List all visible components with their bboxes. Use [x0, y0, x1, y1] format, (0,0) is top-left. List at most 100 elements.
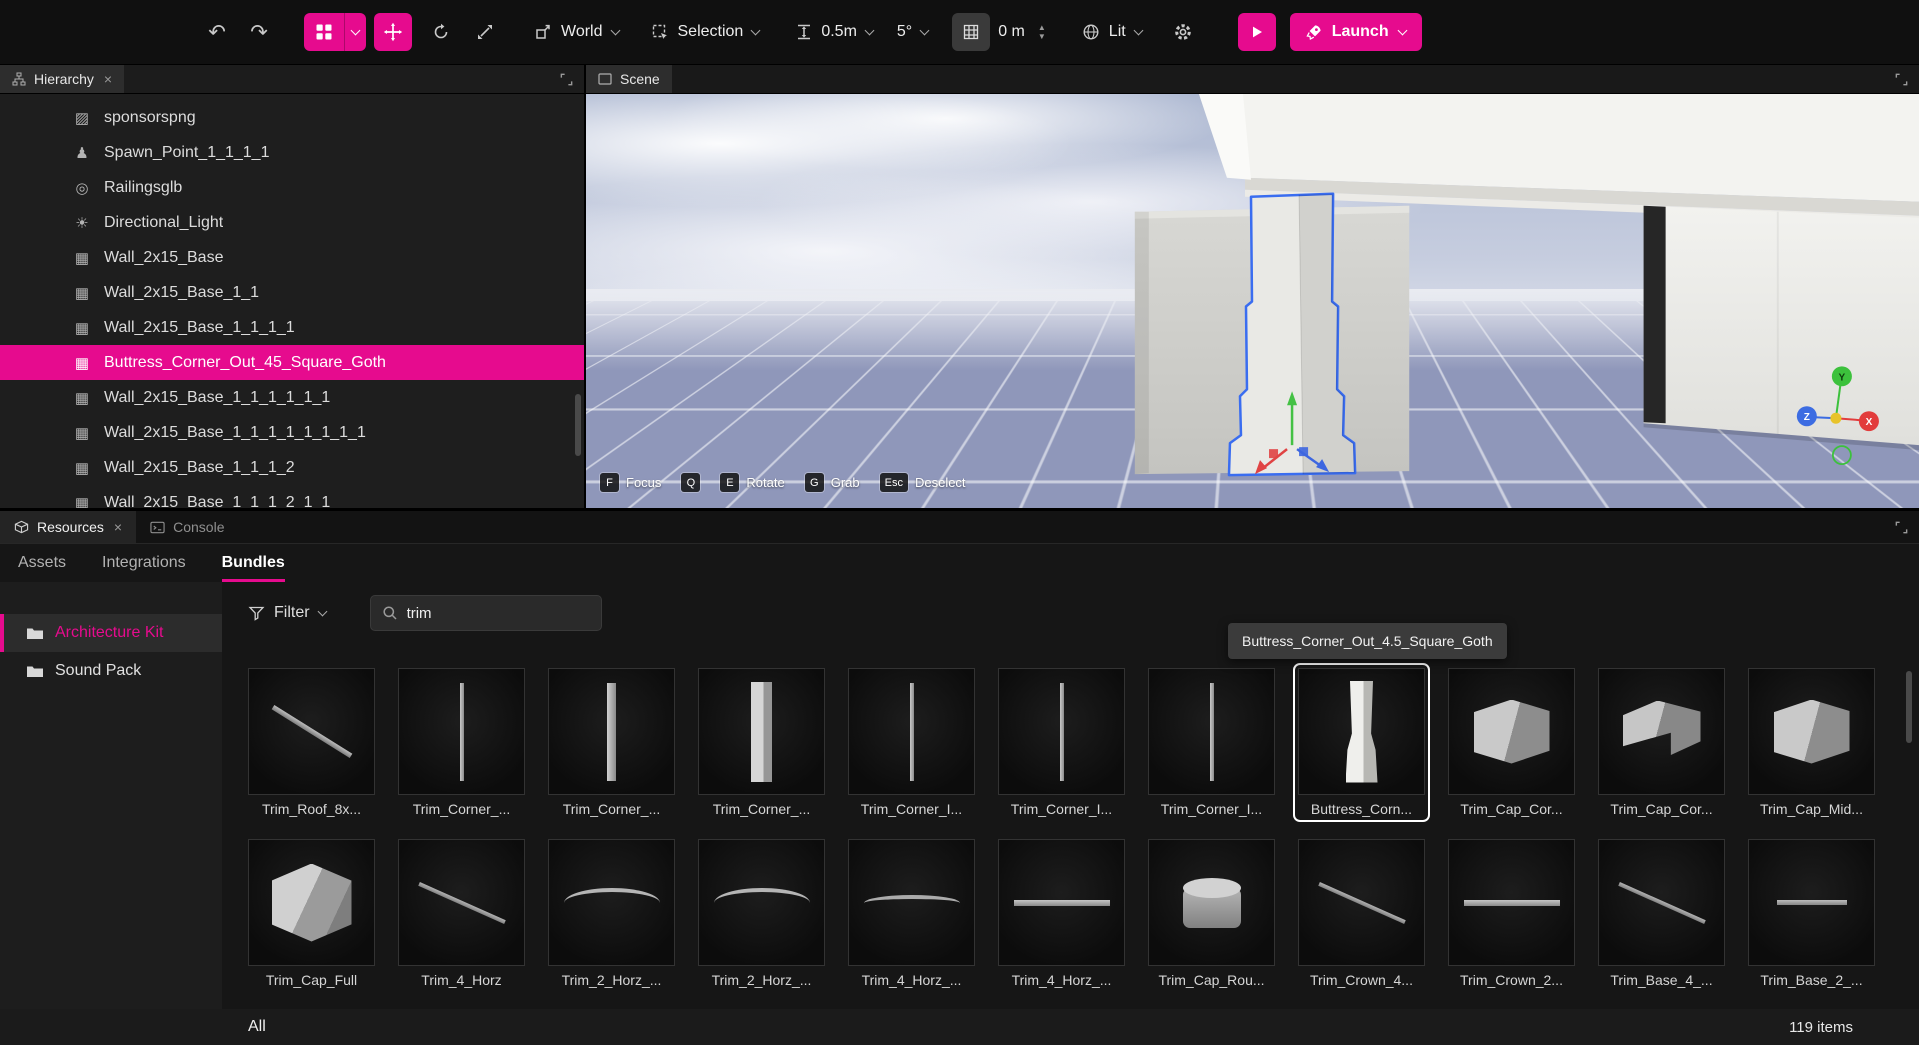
scene-viewport[interactable]: Y X Z F Focus — [586, 94, 1919, 508]
asset-tile[interactable]: Trim_Base_2_... — [1748, 839, 1875, 988]
launch-button[interactable]: Launch — [1290, 13, 1422, 51]
asset-tile[interactable]: Trim_2_Horz_... — [698, 839, 825, 988]
resources-expand-button[interactable] — [1894, 511, 1909, 543]
folder-label: Sound Pack — [55, 662, 141, 680]
asset-tile[interactable]: Trim_Crown_2... — [1448, 839, 1575, 988]
asset-tile[interactable]: Trim_Cap_Mid... — [1748, 668, 1875, 817]
keycap: G — [805, 473, 824, 492]
asset-shape — [1183, 888, 1241, 928]
asset-tile[interactable]: Trim_Corner_... — [398, 668, 525, 817]
asset-tile[interactable]: Trim_Corner_I... — [998, 668, 1125, 817]
hierarchy-item[interactable]: ▦ Wall_2x15_Base_1_1 — [0, 275, 584, 310]
hierarchy-item[interactable]: ▦ Wall_2x15_Base_1_1_1_1_1_1 — [0, 380, 584, 415]
bundle-folder[interactable]: Sound Pack — [0, 652, 222, 690]
resources-subtab[interactable]: Assets — [18, 544, 66, 582]
scope-all-tab[interactable]: All — [248, 1018, 266, 1036]
redo-button[interactable]: ↷ — [240, 13, 278, 51]
scene-geometry: Y X Z — [586, 94, 1919, 508]
wall-icon: ▦ — [72, 494, 92, 509]
wall-icon: ▦ — [72, 319, 92, 337]
search-input[interactable] — [407, 605, 590, 622]
vertical-snap-icon — [795, 23, 813, 41]
close-icon[interactable]: × — [104, 71, 112, 87]
asset-tile[interactable]: Buttress_Corn... — [1298, 668, 1425, 817]
asset-label: Trim_Cap_Mid... — [1748, 801, 1875, 817]
move-tool-icon — [383, 22, 403, 42]
scene-icon — [598, 73, 612, 85]
move-snap-dropdown[interactable]: 0.5m — [813, 13, 881, 51]
asset-tile[interactable]: Trim_Cap_Rou... — [1148, 839, 1275, 988]
asset-tile[interactable]: Trim_Corner_... — [548, 668, 675, 817]
grid-offset-stepper[interactable]: 0 m ▲▼ — [990, 13, 1054, 51]
asset-tile[interactable]: Trim_Cap_Cor... — [1448, 668, 1575, 817]
tab-hierarchy[interactable]: Hierarchy × — [0, 65, 124, 93]
grid-tool-button[interactable] — [304, 13, 344, 51]
scale-tool-button[interactable] — [466, 13, 504, 51]
asset-label: Trim_Corner_... — [548, 801, 675, 817]
asset-tile[interactable]: Trim_2_Horz_... — [548, 839, 675, 988]
hierarchy-item[interactable]: ◎ Railingsglb — [0, 170, 584, 205]
snap-grid-toggle[interactable] — [952, 13, 990, 51]
asset-tile[interactable]: Trim_Cap_Cor... — [1598, 668, 1725, 817]
asset-tile[interactable]: Trim_Roof_8x... — [248, 668, 375, 817]
hierarchy-item-label: Wall_2x15_Base_1_1_1_1_1_1_1_1 — [104, 424, 366, 442]
hierarchy-item[interactable]: ▨ sponsorspng — [0, 100, 584, 135]
hierarchy-expand-button[interactable] — [559, 65, 574, 93]
scene-expand-button[interactable] — [1894, 65, 1909, 93]
tab-console[interactable]: Console — [136, 511, 238, 543]
selection-mode-dropdown[interactable]: Selection — [643, 13, 768, 51]
chevron-down-icon — [1133, 25, 1143, 35]
vertical-snap-button[interactable] — [787, 13, 813, 51]
tab-resources[interactable]: Resources × — [0, 511, 136, 543]
transform-space-dropdown[interactable]: World — [526, 13, 627, 51]
asset-tile[interactable]: Trim_Cap_Full — [248, 839, 375, 988]
undo-button[interactable]: ↶ — [198, 13, 236, 51]
render-mode-value: Lit — [1109, 23, 1126, 41]
stepper-arrows[interactable]: ▲▼ — [1038, 24, 1046, 40]
tab-scene[interactable]: Scene — [586, 65, 672, 93]
asset-tile[interactable]: Trim_Corner_... — [698, 668, 825, 817]
hierarchy-item[interactable]: ▦ Wall_2x15_Base_1_1_1_2_1_1 — [0, 485, 584, 508]
asset-thumbnail — [848, 668, 975, 795]
hierarchy-item[interactable]: ▦ Wall_2x15_Base — [0, 240, 584, 275]
hierarchy-item[interactable]: ☀ Directional_Light — [0, 205, 584, 240]
step-up-icon[interactable]: ▲ — [1038, 24, 1046, 31]
resources-subtab[interactable]: Bundles — [222, 544, 285, 582]
asset-label: Trim_Crown_2... — [1448, 972, 1575, 988]
step-down-icon[interactable]: ▼ — [1038, 33, 1046, 40]
asset-tile[interactable]: Trim_4_Horz_... — [998, 839, 1125, 988]
keycap: Q — [681, 473, 700, 492]
hierarchy-item[interactable]: ▦ Wall_2x15_Base_1_1_1_1_1_1_1_1 — [0, 415, 584, 450]
asset-tile[interactable]: Trim_4_Horz — [398, 839, 525, 988]
hierarchy-item[interactable]: ▦ Wall_2x15_Base_1_1_1_1 — [0, 310, 584, 345]
filter-button[interactable]: Filter — [248, 604, 326, 622]
asset-tile[interactable]: Trim_4_Horz_... — [848, 839, 975, 988]
asset-tile[interactable]: Trim_Corner_I... — [1148, 668, 1275, 817]
hierarchy-item[interactable]: ♟ Spawn_Point_1_1_1_1 — [0, 135, 584, 170]
asset-grid-split-button — [304, 13, 366, 51]
hierarchy-item[interactable]: ▦ Wall_2x15_Base_1_1_1_2 — [0, 450, 584, 485]
hierarchy-scrollbar[interactable] — [575, 394, 581, 456]
asset-tile[interactable]: Trim_Corner_I... — [848, 668, 975, 817]
asset-search-box[interactable] — [370, 595, 602, 631]
close-icon[interactable]: × — [114, 519, 122, 535]
rotate-tool-button[interactable] — [422, 13, 460, 51]
grid-tool-dropdown[interactable] — [344, 13, 366, 51]
hierarchy-item-label: Wall_2x15_Base_1_1_1_1_1_1 — [104, 389, 330, 407]
rotate-snap-dropdown[interactable]: 5° — [889, 13, 936, 51]
bundle-folder[interactable]: Architecture Kit — [0, 614, 222, 652]
asset-tile[interactable]: Trim_Base_4_... — [1598, 839, 1725, 988]
asset-shape — [1060, 683, 1064, 781]
settings-button[interactable] — [1164, 13, 1202, 51]
play-button[interactable] — [1238, 13, 1276, 51]
axis-y-neg-ball — [1833, 446, 1851, 464]
asset-tile[interactable]: Trim_Crown_4... — [1298, 839, 1425, 988]
resources-subtab[interactable]: Integrations — [102, 544, 186, 582]
hierarchy-item[interactable]: ▦ Buttress_Corner_Out_45_Square_Goth — [0, 345, 584, 380]
move-tool-button[interactable] — [374, 13, 412, 51]
asset-thumbnail — [1598, 668, 1725, 795]
keyboard-hint: Q — [681, 473, 700, 492]
render-mode-dropdown[interactable]: Lit — [1074, 13, 1150, 51]
asset-grid-scrollbar[interactable] — [1906, 671, 1912, 743]
asset-shape — [1464, 900, 1560, 906]
